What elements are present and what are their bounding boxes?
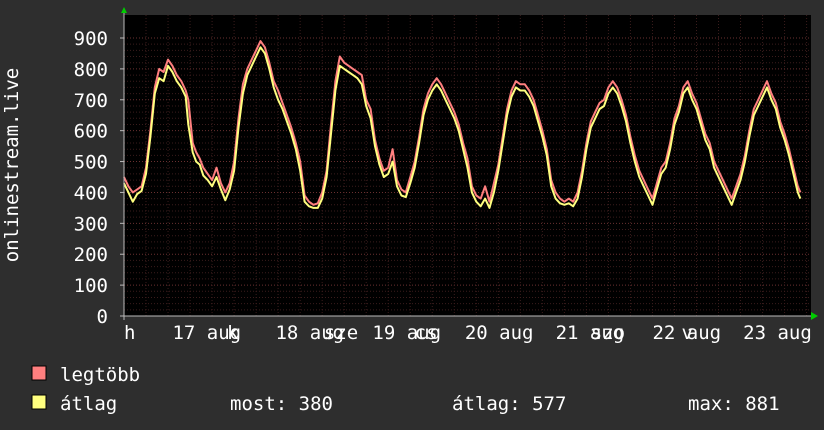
legend-swatch-max [31,365,47,381]
x-tick-label: k [227,322,239,344]
y-tick-label: 100 [74,275,108,297]
y-tick-label: 300 [74,213,108,235]
x-tick-label: 20 aug [465,322,534,344]
legend-label-avg: átlag [60,393,117,415]
y-tick-label: 400 [74,182,108,204]
stat-avg: átlag: 577 [452,393,566,415]
x-tick-label: szo [591,322,625,344]
x-tick-label: v [682,322,693,344]
y-tick-label: 200 [74,244,108,266]
legend-swatch-avg [31,394,47,410]
y-tick-label: 0 [97,306,108,328]
x-tick-label: h [124,322,135,344]
chart: 0100200300400500600700800900 h 17 augk 18 … [0,0,824,430]
y-tick-label: 600 [74,121,108,143]
stat-max: max: 881 [688,393,780,415]
x-ticks: h 17 augk 18 augsze 19 augcs 20 aug 21 augszo… [124,322,812,344]
legend-label-max: legtöbb [60,364,140,386]
y-axis-label: onlinestream.live [1,68,23,262]
x-tick-label: cs [415,322,438,344]
y-tick-label: 700 [74,90,108,112]
y-tick-label: 900 [74,28,108,50]
y-tick-label: 800 [74,59,108,81]
y-tick-label: 500 [74,152,108,174]
x-tick-label: 23 aug [743,322,812,344]
stat-now: most: 380 [230,393,333,415]
x-tick-label: sze [324,322,358,344]
